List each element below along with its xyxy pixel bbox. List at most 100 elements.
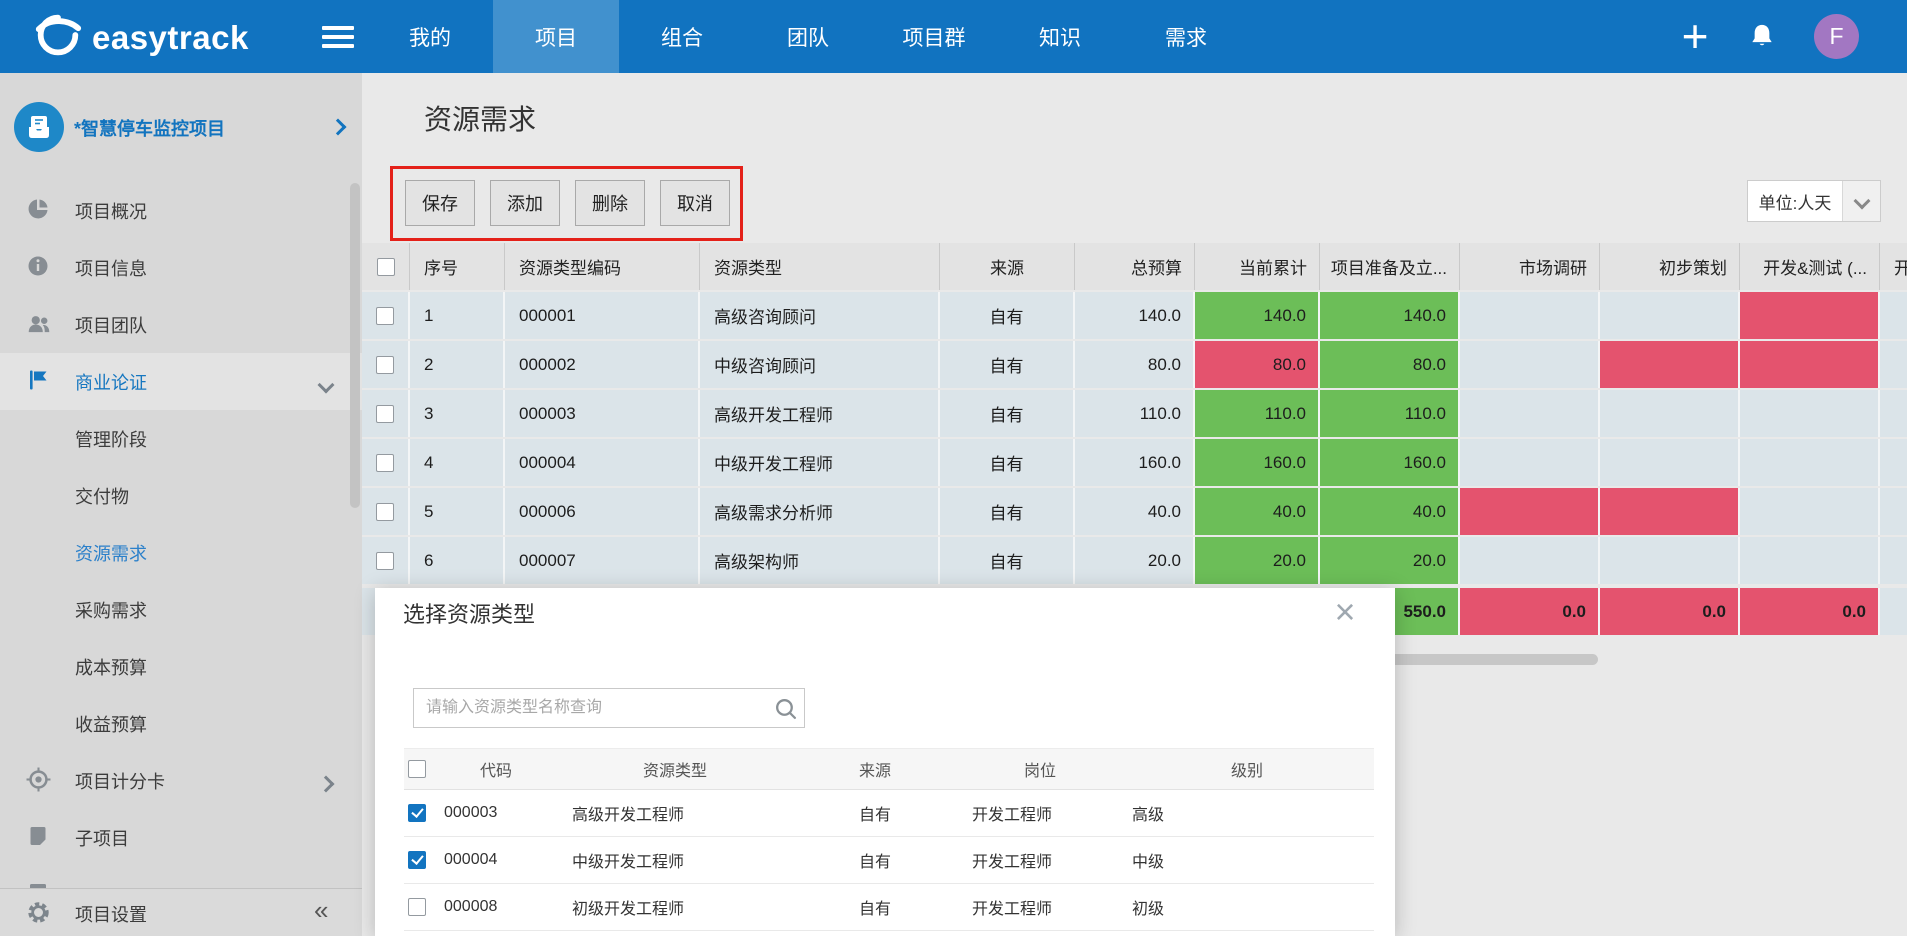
- budget-cell: 80.0: [1075, 341, 1195, 388]
- phase-cell: 160.0: [1320, 439, 1460, 486]
- phase-cell: [1880, 537, 1907, 584]
- budget-cell: 20.0: [1075, 537, 1195, 584]
- sidebar-item-8[interactable]: 采购需求: [0, 581, 362, 638]
- source-cell: 自有: [940, 537, 1075, 584]
- easytrack-logo-icon: [32, 9, 84, 66]
- sidebar-item-5[interactable]: 管理阶段: [0, 410, 362, 467]
- code-cell: 000001: [505, 292, 700, 339]
- resource-table: 序号资源类型编码资源类型来源总预算当前累计项目准备及立...市场调研初步策划开发…: [362, 243, 1907, 637]
- table-row[interactable]: 2000002中级咨询顾问自有80.080.080.0: [362, 341, 1907, 388]
- source-cell: 自有: [940, 439, 1075, 486]
- unit-selector[interactable]: 单位:人天: [1747, 180, 1881, 222]
- row-checkbox[interactable]: [376, 356, 394, 374]
- header-cell-11: 开发: [1880, 243, 1907, 290]
- nav-item-5[interactable]: 项目群: [871, 0, 997, 73]
- sidebar-menu: 项目概况项目信息项目团队商业论证管理阶段交付物资源需求采购需求成本预算收益预算项…: [0, 182, 362, 923]
- phase-cell: 80.0: [1320, 341, 1460, 388]
- nav-item-7[interactable]: 需求: [1123, 0, 1249, 73]
- row-checkbox[interactable]: [376, 552, 394, 570]
- sidebar-item-1[interactable]: 项目概况: [0, 182, 362, 239]
- cancel-button[interactable]: 取消: [660, 180, 730, 226]
- sidebar-item-label: 成本预算: [75, 654, 147, 680]
- modal-row-checkbox[interactable]: [408, 851, 426, 869]
- modal-header-cell-3: 来源: [790, 749, 960, 789]
- modal-table-row[interactable]: 000008初级开发工程师自有开发工程师初级: [404, 884, 1374, 931]
- row-checkbox[interactable]: [376, 503, 394, 521]
- sidebar-item-7[interactable]: 资源需求: [0, 524, 362, 581]
- close-icon[interactable]: ×: [1323, 590, 1367, 634]
- table-row[interactable]: 6000007高级架构师自有20.020.020.0: [362, 537, 1907, 584]
- table-row[interactable]: 5000006高级需求分析师自有40.040.040.0: [362, 488, 1907, 535]
- table-row[interactable]: 1000001高级咨询顾问自有140.0140.0140.0: [362, 292, 1907, 339]
- menu-hamburger-icon[interactable]: [322, 26, 354, 53]
- chevron-right-icon[interactable]: [332, 120, 344, 138]
- phase-cell: [1740, 537, 1880, 584]
- sidebar-item-label: 商业论证: [75, 369, 147, 395]
- phase-cell: [1600, 341, 1740, 388]
- resource-search-input[interactable]: [414, 698, 766, 718]
- sidebar-scrollbar[interactable]: [350, 183, 360, 508]
- subproject-icon: [26, 824, 52, 850]
- phase-cell: [1600, 292, 1740, 339]
- modal-row-checkbox[interactable]: [408, 804, 426, 822]
- sidebar-item-6[interactable]: 交付物: [0, 467, 362, 524]
- sidebar-item-11[interactable]: 项目计分卡: [0, 752, 362, 809]
- sidebar-item-9[interactable]: 成本预算: [0, 638, 362, 695]
- chevron-down-icon[interactable]: [1842, 181, 1880, 221]
- collapse-sidebar-icon[interactable]: «: [314, 895, 328, 926]
- user-avatar[interactable]: F: [1814, 14, 1859, 59]
- project-avatar-icon: [14, 102, 64, 152]
- header-cell-9: 初步策划: [1600, 243, 1740, 290]
- sidebar-item-label: 项目团队: [75, 312, 147, 338]
- nav-item-1[interactable]: 我的: [367, 0, 493, 73]
- header-checkbox[interactable]: [377, 258, 395, 276]
- page-title: 资源需求: [424, 98, 536, 138]
- delete-button[interactable]: 删除: [575, 180, 645, 226]
- checkbox-cell: [362, 537, 410, 584]
- budget-cell: 160.0: [1075, 439, 1195, 486]
- phase-cell: [1740, 488, 1880, 535]
- phase-cell: [1600, 390, 1740, 437]
- phase-cell: [1600, 439, 1740, 486]
- sidebar-item-project-settings[interactable]: 项目设置 «: [0, 888, 362, 936]
- nav-item-6[interactable]: 知识: [997, 0, 1123, 73]
- sidebar-project-header[interactable]: *智慧停车监控项目: [0, 100, 362, 156]
- flag-icon: [26, 368, 52, 394]
- table-row[interactable]: 3000003高级开发工程师自有110.0110.0110.0: [362, 390, 1907, 437]
- table-row[interactable]: 4000004中级开发工程师自有160.0160.0160.0: [362, 439, 1907, 486]
- sidebar-item-12[interactable]: 子项目: [0, 809, 362, 866]
- sidebar-item-3[interactable]: 项目团队: [0, 296, 362, 353]
- header-cell-4: 来源: [940, 243, 1075, 290]
- sidebar-item-10[interactable]: 收益预算: [0, 695, 362, 752]
- sidebar-item-label: 管理阶段: [75, 426, 147, 452]
- save-button[interactable]: 保存: [405, 180, 475, 226]
- search-icon[interactable]: [766, 696, 804, 721]
- modal-header-checkbox[interactable]: [408, 760, 426, 778]
- row-checkbox[interactable]: [376, 405, 394, 423]
- modal-row-checkbox[interactable]: [408, 898, 426, 916]
- nav-item-2[interactable]: 项目: [493, 0, 619, 73]
- current-cell: 110.0: [1195, 390, 1320, 437]
- phase-cell: [1880, 439, 1907, 486]
- modal-checkbox-cell: [404, 837, 432, 883]
- phase-cell: [1880, 390, 1907, 437]
- modal-table-row[interactable]: 000004中级开发工程师自有开发工程师中级: [404, 837, 1374, 884]
- sidebar-item-2[interactable]: 项目信息: [0, 239, 362, 296]
- modal-source-cell: 自有: [790, 884, 960, 930]
- row-checkbox[interactable]: [376, 307, 394, 325]
- modal-table-row[interactable]: 000003高级开发工程师自有开发工程师高级: [404, 790, 1374, 837]
- nav-item-4[interactable]: 团队: [745, 0, 871, 73]
- create-plus-icon[interactable]: +: [1672, 8, 1718, 64]
- code-cell: 000003: [505, 390, 700, 437]
- add-button[interactable]: 添加: [490, 180, 560, 226]
- type-cell: 中级咨询顾问: [700, 341, 940, 388]
- brand-logo[interactable]: easytrack: [32, 9, 249, 66]
- source-cell: 自有: [940, 292, 1075, 339]
- row-checkbox[interactable]: [376, 454, 394, 472]
- sidebar-item-label: 资源需求: [75, 540, 147, 566]
- phase-cell: [1880, 341, 1907, 388]
- sidebar-item-4[interactable]: 商业论证: [0, 353, 362, 410]
- nav-item-3[interactable]: 组合: [619, 0, 745, 73]
- notifications-bell-icon[interactable]: [1748, 22, 1776, 55]
- select-resource-type-modal: 选择资源类型 × 代码资源类型来源岗位级别 000003高级开发工程师自有开发工…: [375, 588, 1395, 936]
